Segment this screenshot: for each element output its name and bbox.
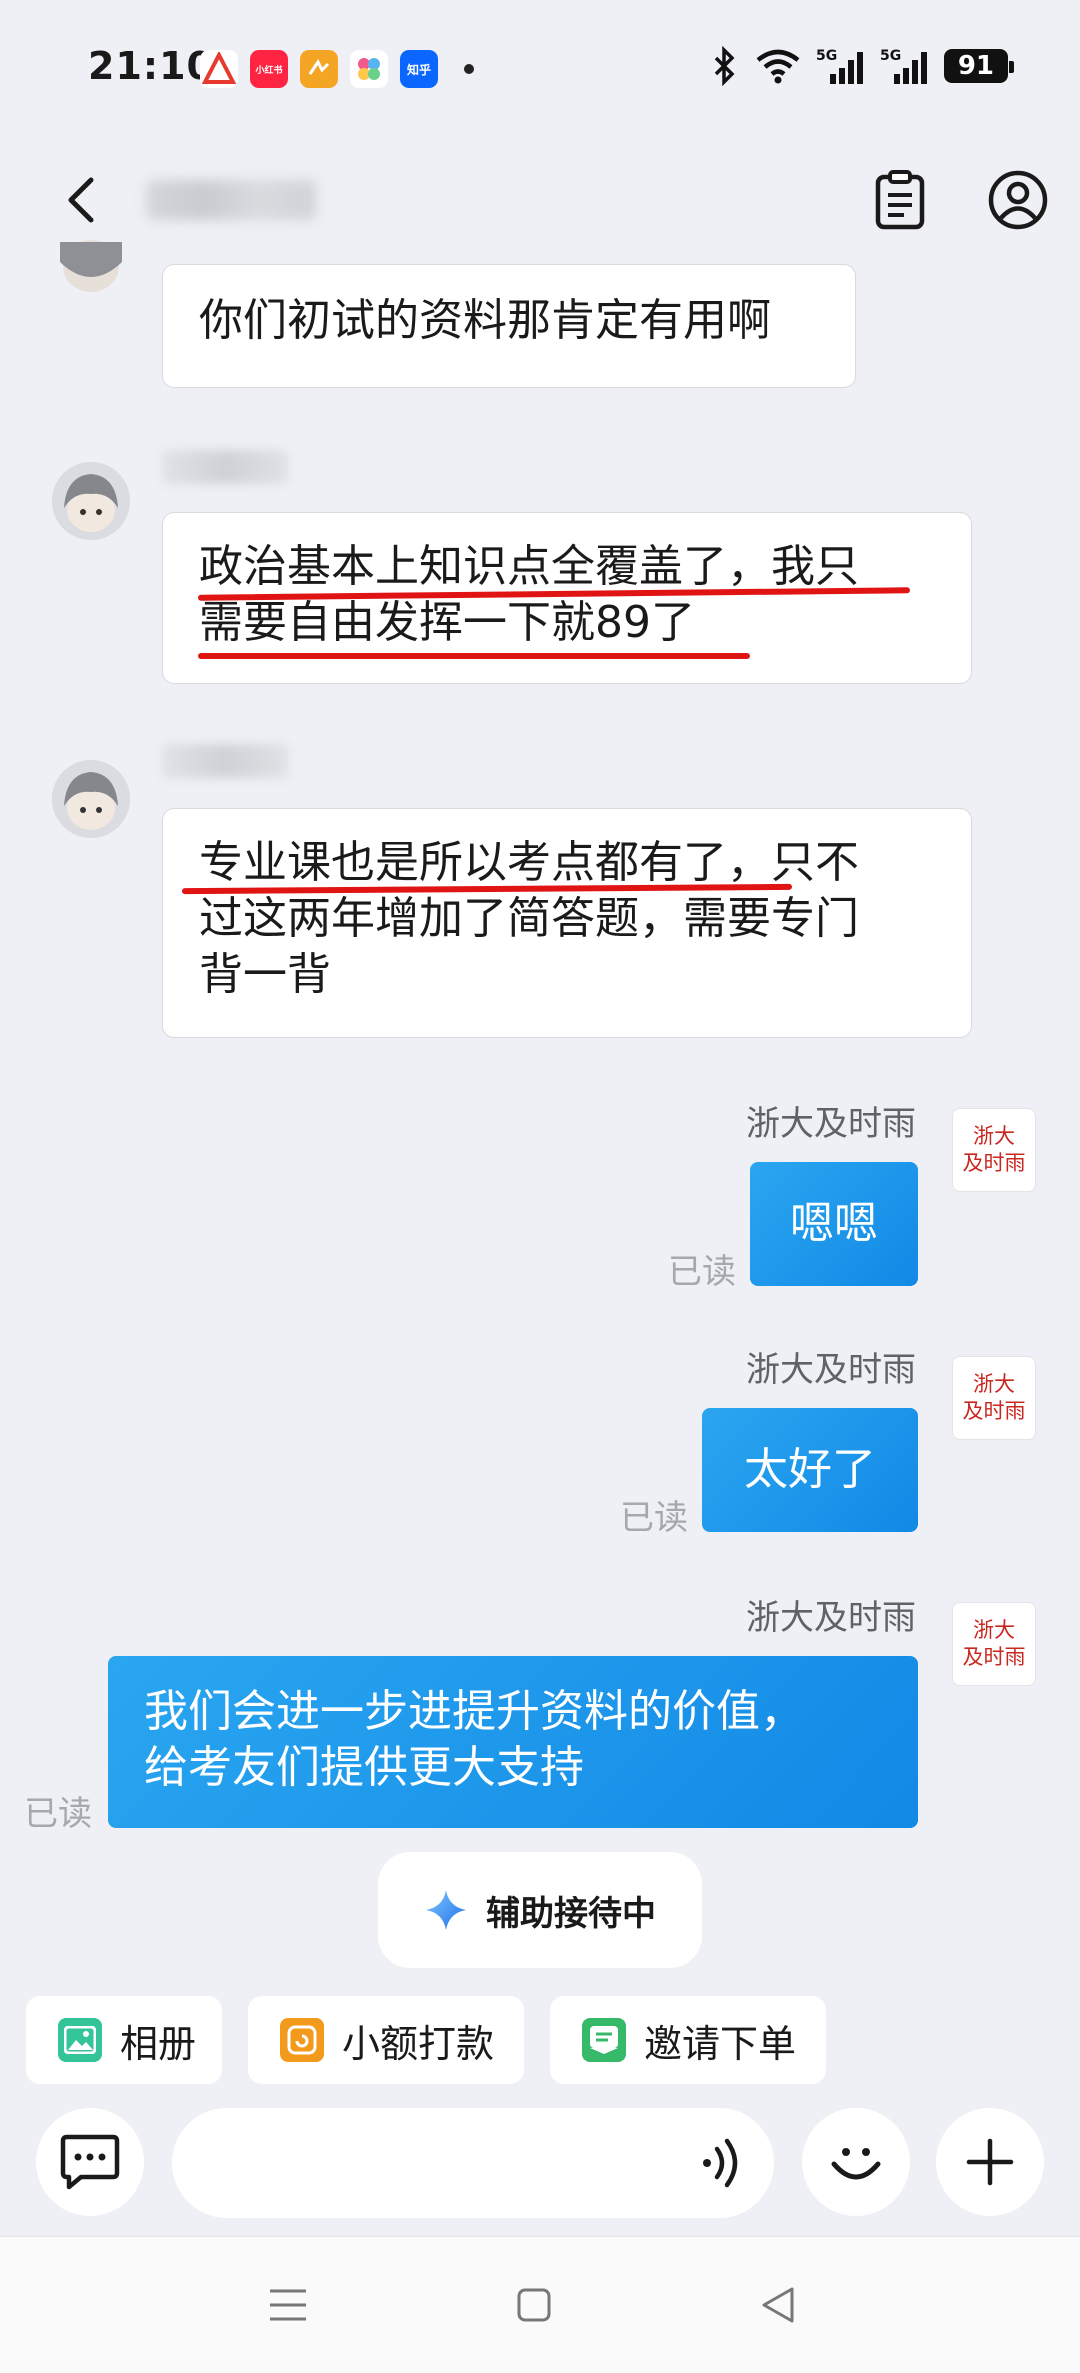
stamp-text: 及时雨 [962,1645,1026,1669]
read-receipt: 已读 [668,1252,736,1292]
wifi-icon [756,49,800,84]
message-text: 嗯嗯 [790,1198,878,1249]
menu-icon [270,2289,306,2321]
xiaohongshu-label: 小红书 [255,65,283,76]
message-text: 你们初试的资料那肯定有用啊 [199,295,771,346]
quick-action-label: 小额打款 [342,2021,495,2066]
system-icons: 5G 5G 91 [710,46,1015,86]
chat-header [0,140,1080,260]
svg-text:5G: 5G [816,48,837,64]
message-bubble-incoming: 你们初试的资料那肯定有用啊 [162,264,856,388]
triangle-back-icon [762,2287,794,2323]
avatar-image [52,462,130,540]
profile-button[interactable] [982,164,1054,236]
voice-input-button[interactable] [694,2136,748,2190]
status-bar: 21:10 小红书 知乎 5G 5G 91 [0,0,1080,140]
app-notification-icon [350,50,388,88]
stamp-text: 浙大 [973,1124,1015,1148]
smile-icon [831,2148,881,2180]
message-bubble-outgoing: 我们会进一步进提升资料的价值， 给考友们提供更大支持 [108,1656,918,1828]
battery-indicator: 91 [943,49,1015,83]
quick-action-label: 邀请下单 [644,2021,797,2066]
sender-name-redacted [162,744,288,778]
sender-name: 浙大及时雨 [746,1104,916,1144]
contact-name-redacted [146,180,316,220]
customer-avatar[interactable] [52,760,130,838]
store-avatar[interactable]: 浙大 及时雨 [952,1356,1036,1440]
message-text-line: 过这两年增加了简答题，需要专门 [199,893,859,944]
read-receipt: 已读 [620,1498,688,1538]
message-input[interactable] [172,2108,774,2218]
assist-status-label: 辅助接待中 [486,1893,656,1934]
zhihu-notification-icon: 知乎 [400,50,438,88]
more-actions-button[interactable] [936,2108,1044,2216]
home-nav-button[interactable] [506,2277,562,2333]
sender-name: 浙大及时雨 [746,1598,916,1638]
quick-reply-button[interactable] [36,2108,144,2216]
stamp-text: 浙大 [973,1372,1015,1396]
message-text-line: 需要自由发挥一下就89了 [199,597,695,648]
store-avatar[interactable]: 浙大 及时雨 [952,1602,1036,1686]
plus-icon [966,2138,1014,2186]
sparkle-icon [426,1890,466,1930]
message-bubble-outgoing: 嗯嗯 [750,1162,918,1286]
avatar-image [52,760,130,838]
app-notification-icon [200,50,238,88]
customer-avatar[interactable] [52,222,130,298]
message-text-line: 给考友们提供更大支持 [144,1742,584,1793]
menu-nav-button[interactable] [260,2277,316,2333]
message-bubble-incoming: 专业课也是所以考点都有了，只不 过这两年增加了简答题，需要专门 背一背 [162,808,972,1038]
assist-status-pill[interactable]: 辅助接待中 [378,1852,702,1968]
red-highlight-underline [198,653,750,659]
status-time: 21:10 [88,44,214,88]
message-text-line: 我们会进一步进提升资料的价值， [144,1686,804,1737]
read-receipt: 已读 [24,1794,92,1834]
message-text-line: 政治基本上知识点全覆盖了，我只 [199,541,859,592]
avatar-image [60,240,122,292]
svg-text:5G: 5G [880,48,901,64]
customer-avatar[interactable] [52,462,130,540]
bluetooth-icon [714,46,735,86]
quick-action-label: 相册 [120,2021,197,2066]
order-icon [582,2018,626,2062]
square-icon [517,2288,551,2322]
stamp-text: 及时雨 [962,1151,1026,1175]
sender-name-redacted [162,450,288,484]
stamp-text: 浙大 [973,1618,1015,1642]
small-payment-button[interactable]: 小额打款 [248,1996,524,2084]
store-avatar[interactable]: 浙大 及时雨 [952,1108,1036,1192]
signal-5g-icon: 5G [816,48,863,84]
message-text-line: 专业课也是所以考点都有了，只不 [199,837,859,888]
app-notification-icon [300,50,338,88]
message-text: 太好了 [744,1444,876,1495]
payment-icon [280,2018,324,2062]
sender-name: 浙大及时雨 [746,1350,916,1390]
back-nav-button[interactable] [750,2277,806,2333]
more-notifications-dot [464,64,474,74]
album-button[interactable]: 相册 [26,1996,222,2084]
stamp-text: 及时雨 [962,1399,1026,1423]
chevron-left-icon [68,177,94,223]
invite-order-button[interactable]: 邀请下单 [550,1996,826,2084]
message-dots-icon [60,2134,120,2190]
image-icon [58,2018,102,2062]
xiaohongshu-notification-icon: 小红书 [250,50,288,88]
message-bubble-outgoing: 太好了 [702,1408,918,1532]
zhihu-label: 知乎 [406,62,431,77]
signal-5g-icon: 5G [880,48,927,84]
system-navigation-bar [0,2236,1080,2373]
user-circle-icon [988,170,1048,230]
voice-icon [703,2138,738,2188]
notification-icons: 小红书 知乎 [200,50,474,88]
clipboard-icon [875,170,925,230]
order-list-button[interactable] [864,164,936,236]
message-text-line: 背一背 [199,949,331,1000]
emoji-button[interactable] [802,2108,910,2216]
